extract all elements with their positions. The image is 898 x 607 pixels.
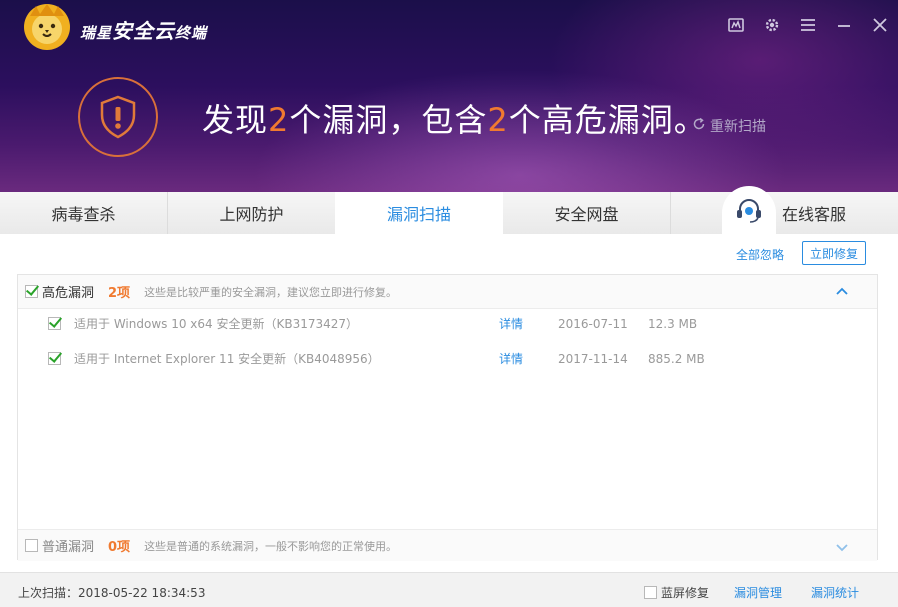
high-risk-checkbox[interactable] — [25, 285, 38, 298]
ignore-all-link[interactable]: 全部忽略 — [736, 246, 784, 263]
close-icon[interactable] — [867, 12, 893, 38]
lion-logo-icon — [22, 2, 72, 52]
item-date: 2016-07-11 — [558, 316, 628, 331]
tab-web-protection[interactable]: 上网防护 — [168, 192, 336, 234]
rescan-button[interactable]: 重新扫描 — [692, 116, 766, 136]
item-detail-link[interactable]: 详情 — [499, 350, 523, 367]
header-banner: 瑞星安全云终端 发现2个漏洞，包含2个高危漏洞。 重新扫描 — [0, 0, 898, 192]
normal-count: 0项 — [108, 540, 131, 555]
item-checkbox[interactable] — [48, 352, 61, 365]
brand-suffix: 终端 — [175, 24, 208, 42]
bluescreen-fix-checkbox[interactable] — [644, 586, 657, 599]
fix-now-button[interactable]: 立即修复 — [802, 241, 866, 265]
chevron-up-icon[interactable] — [835, 284, 849, 303]
tab-secure-drive[interactable]: 安全网盘 — [503, 192, 671, 234]
brand-title: 瑞星安全云终端 — [80, 15, 207, 44]
tab-vulnerability-scan[interactable]: 漏洞扫描 — [335, 192, 503, 234]
vulnerability-list: 高危漏洞 2项 这些是比较严重的安全漏洞，建议您立即进行修复。 适用于 Wind… — [17, 274, 878, 561]
normal-title: 普通漏洞 — [42, 540, 95, 555]
online-service-button[interactable]: 在线客服 — [722, 186, 898, 234]
gear-icon[interactable] — [759, 12, 785, 38]
normal-checkbox[interactable] — [25, 539, 38, 552]
last-scan-time: 上次扫描：2018-05-22 18:34:53 — [18, 586, 206, 600]
item-size: 885.2 MB — [648, 351, 705, 366]
item-detail-link[interactable]: 详情 — [499, 315, 523, 332]
report-icon[interactable] — [723, 12, 749, 38]
refresh-icon — [692, 117, 706, 135]
minimize-icon[interactable] — [831, 12, 857, 38]
vulnerability-panel: 全部忽略 立即修复 高危漏洞 2项 这些是比较严重的安全漏洞，建议您立即进行修复… — [0, 234, 898, 572]
item-name: 适用于 Windows 10 x64 安全更新（KB3173427） — [74, 317, 359, 331]
high-risk-count: 2项 — [108, 286, 131, 301]
online-service-label: 在线客服 — [782, 205, 847, 224]
list-item: 适用于 Internet Explorer 11 安全更新（KB4048956）… — [18, 341, 877, 376]
list-item: 适用于 Windows 10 x64 安全更新（KB3173427） 详情 20… — [18, 306, 877, 341]
tab-virus-scan[interactable]: 病毒查杀 — [0, 192, 168, 234]
menu-icon[interactable] — [795, 12, 821, 38]
bluescreen-fix-label: 蓝屏修复 — [661, 586, 710, 600]
status-bar: 上次扫描：2018-05-22 18:34:53 蓝屏修复 漏洞管理 漏洞统计 — [0, 572, 898, 607]
summary-text-3: 个高危漏洞。 — [508, 101, 707, 139]
warning-shield-icon — [78, 77, 158, 157]
item-date: 2017-11-14 — [558, 351, 628, 366]
summary-text-1: 发现 — [202, 101, 269, 139]
vuln-manage-link[interactable]: 漏洞管理 — [734, 584, 782, 601]
item-checkbox[interactable] — [48, 317, 61, 330]
bluescreen-fix-option[interactable]: 蓝屏修复 — [644, 584, 709, 601]
normal-group-header[interactable]: 普通漏洞 0项 这些是普通的系统漏洞，一般不影响您的正常使用。 — [18, 529, 877, 561]
item-size: 12.3 MB — [648, 316, 698, 331]
high-risk-description: 这些是比较严重的安全漏洞，建议您立即进行修复。 — [144, 285, 398, 299]
scan-summary: 发现2个漏洞，包含2个高危漏洞。 — [202, 95, 707, 141]
summary-text-2: 个漏洞，包含 — [289, 101, 488, 139]
brand-main: 安全云 — [112, 19, 176, 43]
high-risk-title: 高危漏洞 — [42, 286, 95, 301]
normal-description: 这些是普通的系统漏洞，一般不影响您的正常使用。 — [144, 539, 398, 553]
item-name: 适用于 Internet Explorer 11 安全更新（KB4048956） — [74, 352, 380, 366]
brand-prefix: 瑞星 — [80, 24, 113, 42]
chevron-down-icon[interactable] — [835, 539, 849, 558]
summary-high-count: 2 — [487, 101, 509, 139]
summary-total-count: 2 — [268, 101, 290, 139]
vuln-stats-link[interactable]: 漏洞统计 — [811, 584, 859, 601]
high-risk-group-header[interactable]: 高危漏洞 2项 这些是比较严重的安全漏洞，建议您立即进行修复。 — [18, 275, 877, 309]
headset-icon — [722, 186, 776, 234]
rescan-label: 重新扫描 — [710, 119, 766, 135]
